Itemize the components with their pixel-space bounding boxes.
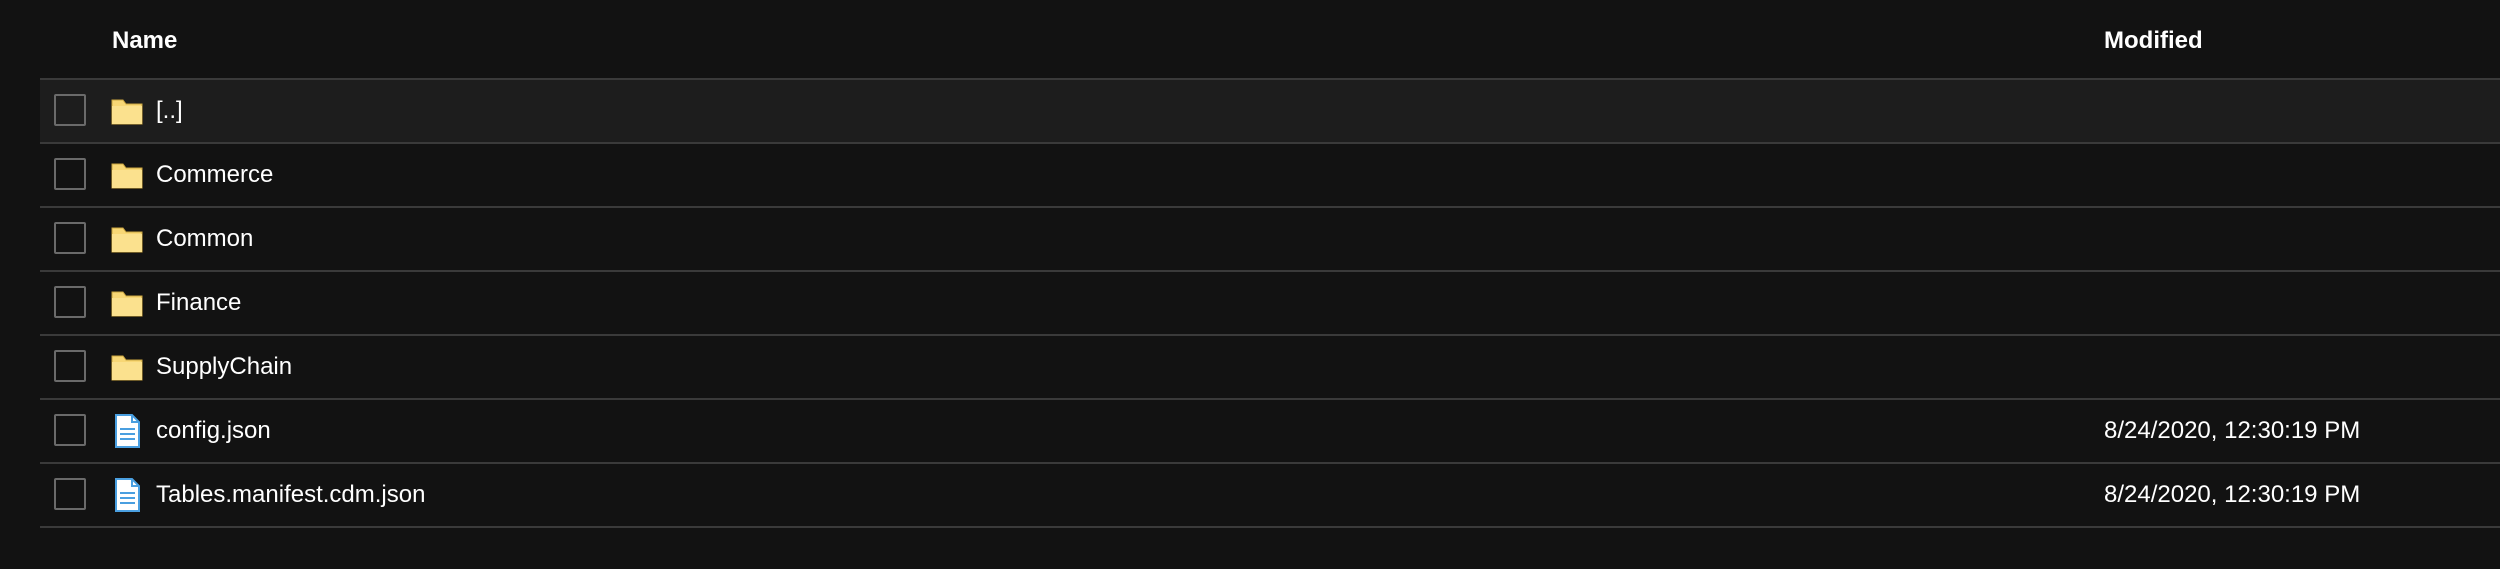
row-checkbox[interactable] [54,414,86,446]
list-item[interactable]: [..] [40,80,2500,144]
file-icon [110,478,144,512]
file-list: Name Modified [..] Commerce Common Finan… [40,0,2500,528]
folder-icon [110,94,144,128]
file-icon [110,414,144,448]
list-item[interactable]: Common [40,208,2500,272]
row-checkbox[interactable] [54,158,86,190]
list-item[interactable]: Finance [40,272,2500,336]
file-name[interactable]: [..] [156,95,183,127]
list-item[interactable]: Tables.manifest.cdm.json 8/24/2020, 12:3… [40,464,2500,528]
row-checkbox[interactable] [54,478,86,510]
folder-icon [110,350,144,384]
row-checkbox[interactable] [54,350,86,382]
list-item[interactable]: Commerce [40,144,2500,208]
row-checkbox[interactable] [54,286,86,318]
row-checkbox[interactable] [54,222,86,254]
modified-date: 8/24/2020, 12:30:19 PM [2104,417,2361,444]
file-name[interactable]: Commerce [156,159,273,191]
file-list-header: Name Modified [40,0,2500,80]
row-checkbox[interactable] [54,94,86,126]
folder-icon [110,222,144,256]
list-item[interactable]: SupplyChain [40,336,2500,400]
file-name[interactable]: config.json [156,415,271,447]
column-header-name[interactable]: Name [112,26,177,56]
list-item[interactable]: config.json 8/24/2020, 12:30:19 PM [40,400,2500,464]
folder-icon [110,286,144,320]
file-name[interactable]: Tables.manifest.cdm.json [156,479,425,511]
folder-icon [110,158,144,192]
column-header-modified[interactable]: Modified [2104,26,2203,56]
modified-date: 8/24/2020, 12:30:19 PM [2104,481,2361,508]
file-name[interactable]: Finance [156,287,241,319]
file-name[interactable]: Common [156,223,253,255]
file-name[interactable]: SupplyChain [156,351,292,383]
